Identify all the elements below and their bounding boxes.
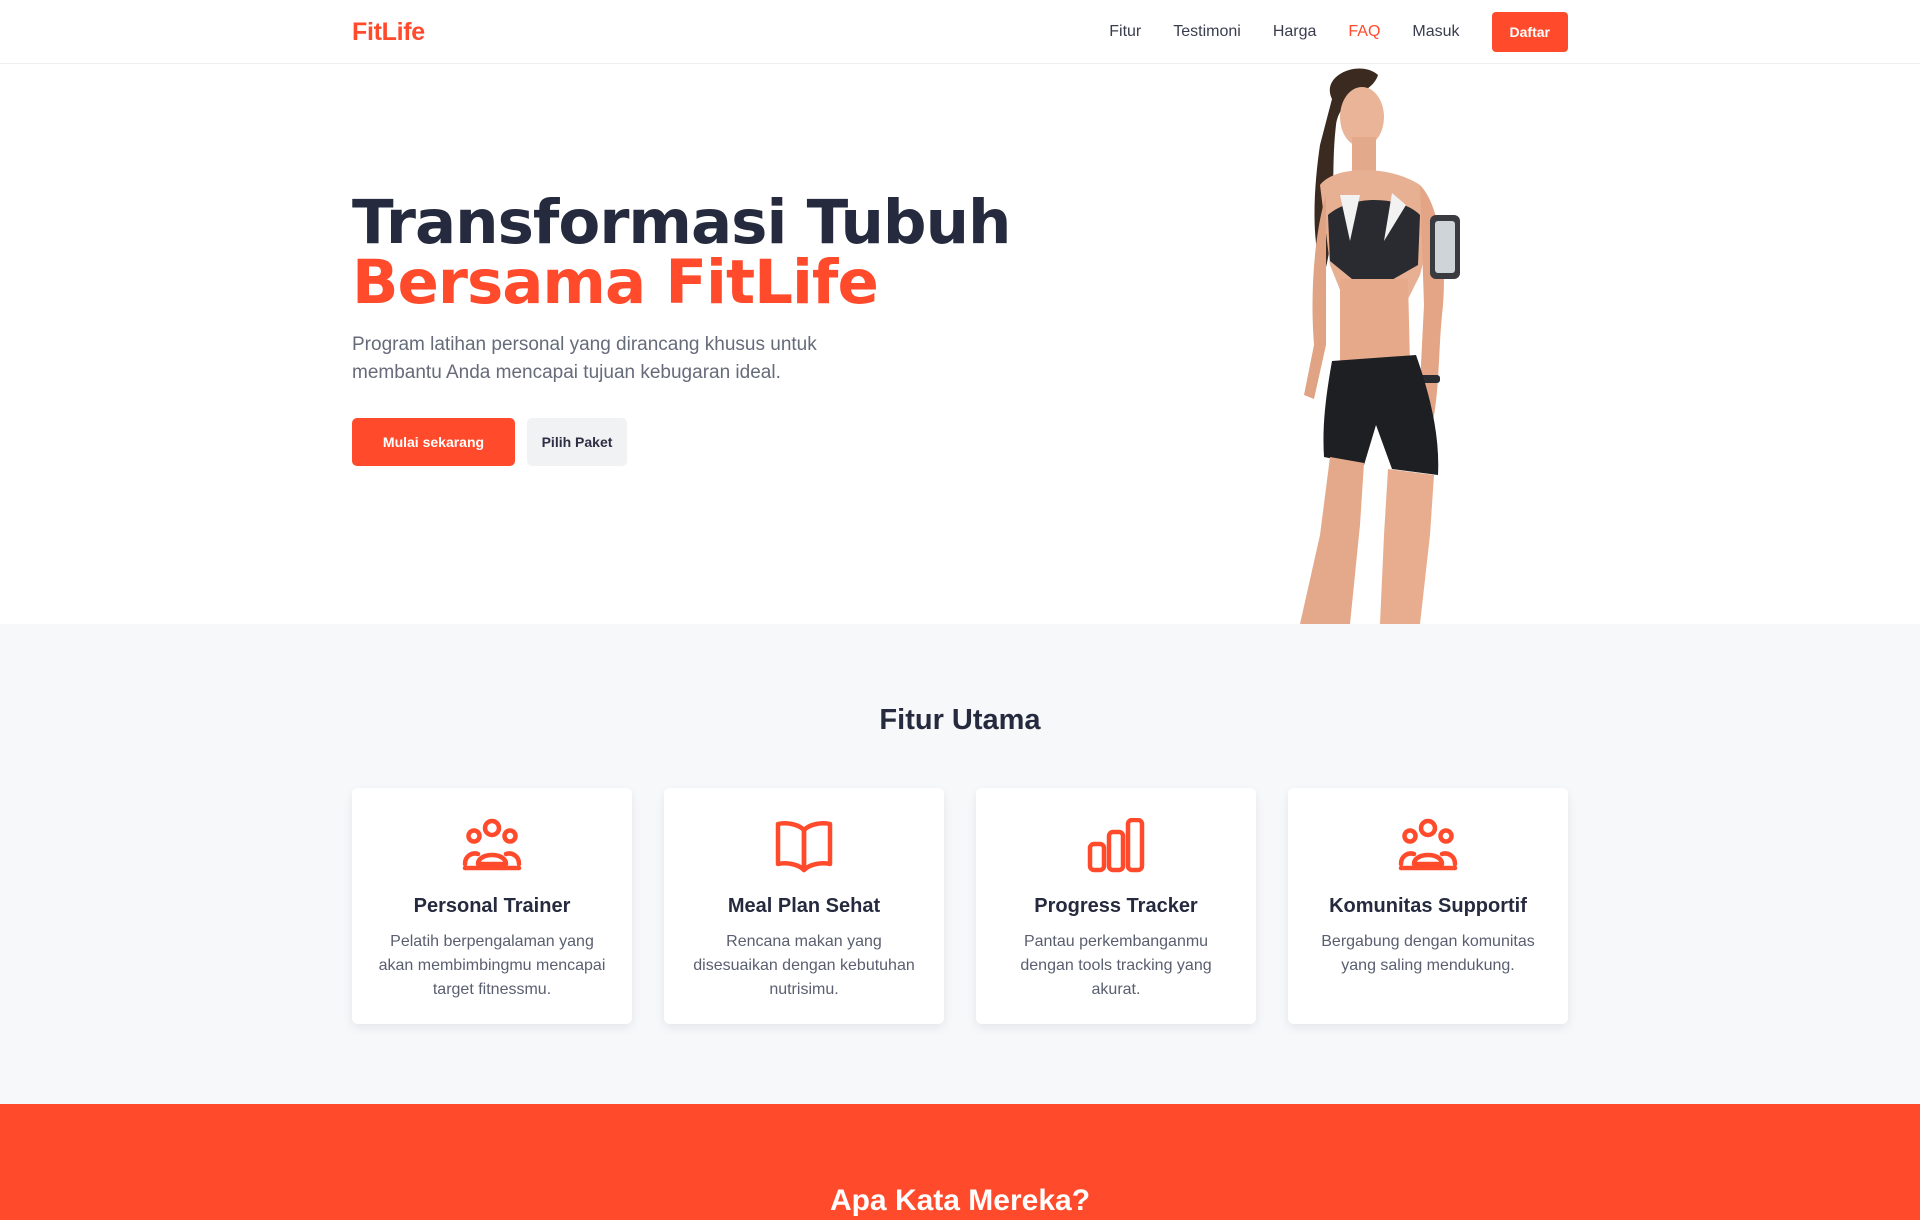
feature-title: Progress Tracker	[1034, 895, 1198, 917]
signup-button[interactable]: Daftar	[1491, 12, 1568, 52]
feature-description: Pelatih berpengalaman yang akan membimbi…	[378, 933, 606, 998]
feature-card-meal-plan: Meal Plan Sehat Rencana makan yang dises…	[664, 788, 944, 1024]
feature-description: Rencana makan yang disesuaikan dengan ke…	[693, 933, 915, 998]
choose-package-button[interactable]: Pilih Paket	[527, 418, 627, 466]
nav-link-faq[interactable]: FAQ	[1348, 23, 1380, 41]
feature-description: Bergabung dengan komunitas yang saling m…	[1321, 933, 1535, 974]
feature-title: Meal Plan Sehat	[727, 895, 881, 917]
hero-subtitle: Program latihan personal yang dirancang …	[352, 334, 817, 383]
start-now-button[interactable]: Mulai sekarang	[352, 418, 515, 466]
testimonials-title: Apa Kata Mereka?	[829, 1184, 1091, 1217]
nav-link-testimoni[interactable]: Testimoni	[1173, 23, 1241, 41]
hero-title-line2: Bersama FitLife	[352, 247, 879, 318]
users-icon	[462, 818, 522, 871]
nav-link-masuk[interactable]: Masuk	[1412, 23, 1459, 41]
feature-card-personal-trainer: Personal Trainer Pelatih berpengalaman y…	[352, 788, 632, 1024]
nav-link-fitur[interactable]: Fitur	[1109, 23, 1141, 41]
features-title: Fitur Utama	[879, 704, 1041, 736]
feature-card-community: Komunitas Supportif Bergabung dengan kom…	[1288, 788, 1568, 1024]
book-open-icon	[775, 821, 833, 873]
feature-cards: Personal Trainer Pelatih berpengalaman y…	[352, 788, 1568, 1024]
feature-title: Komunitas Supportif	[1329, 895, 1527, 917]
testimonials-section: Apa Kata Mereka?	[0, 1104, 1920, 1220]
nav-links: Fitur Testimoni Harga FAQ Masuk Daftar	[1077, 12, 1568, 52]
hero-title-line1: Transformasi Tubuh	[352, 187, 1011, 258]
nav-link-harga[interactable]: Harga	[1273, 23, 1317, 41]
hero-section: Transformasi Tubuh Bersama FitLife Progr…	[0, 65, 1920, 624]
navbar: FitLife Fitur Testimoni Harga FAQ Masuk …	[0, 0, 1920, 64]
features-section: Fitur Utama Personal Trainer Pelatih ber…	[0, 624, 1920, 1104]
feature-title: Personal Trainer	[413, 895, 571, 917]
brand-logo[interactable]: FitLife	[352, 18, 425, 47]
users-icon	[1398, 818, 1458, 871]
feature-card-progress-tracker: Progress Tracker Pantau perkembanganmu d…	[976, 788, 1256, 1024]
feature-description: Pantau perkembanganmu dengan tools track…	[1020, 933, 1212, 998]
bar-chart-icon	[1087, 818, 1145, 873]
hero-title: Transformasi Tubuh Bersama FitLife	[352, 187, 1011, 318]
hero-athlete-image	[1300, 68, 1460, 624]
